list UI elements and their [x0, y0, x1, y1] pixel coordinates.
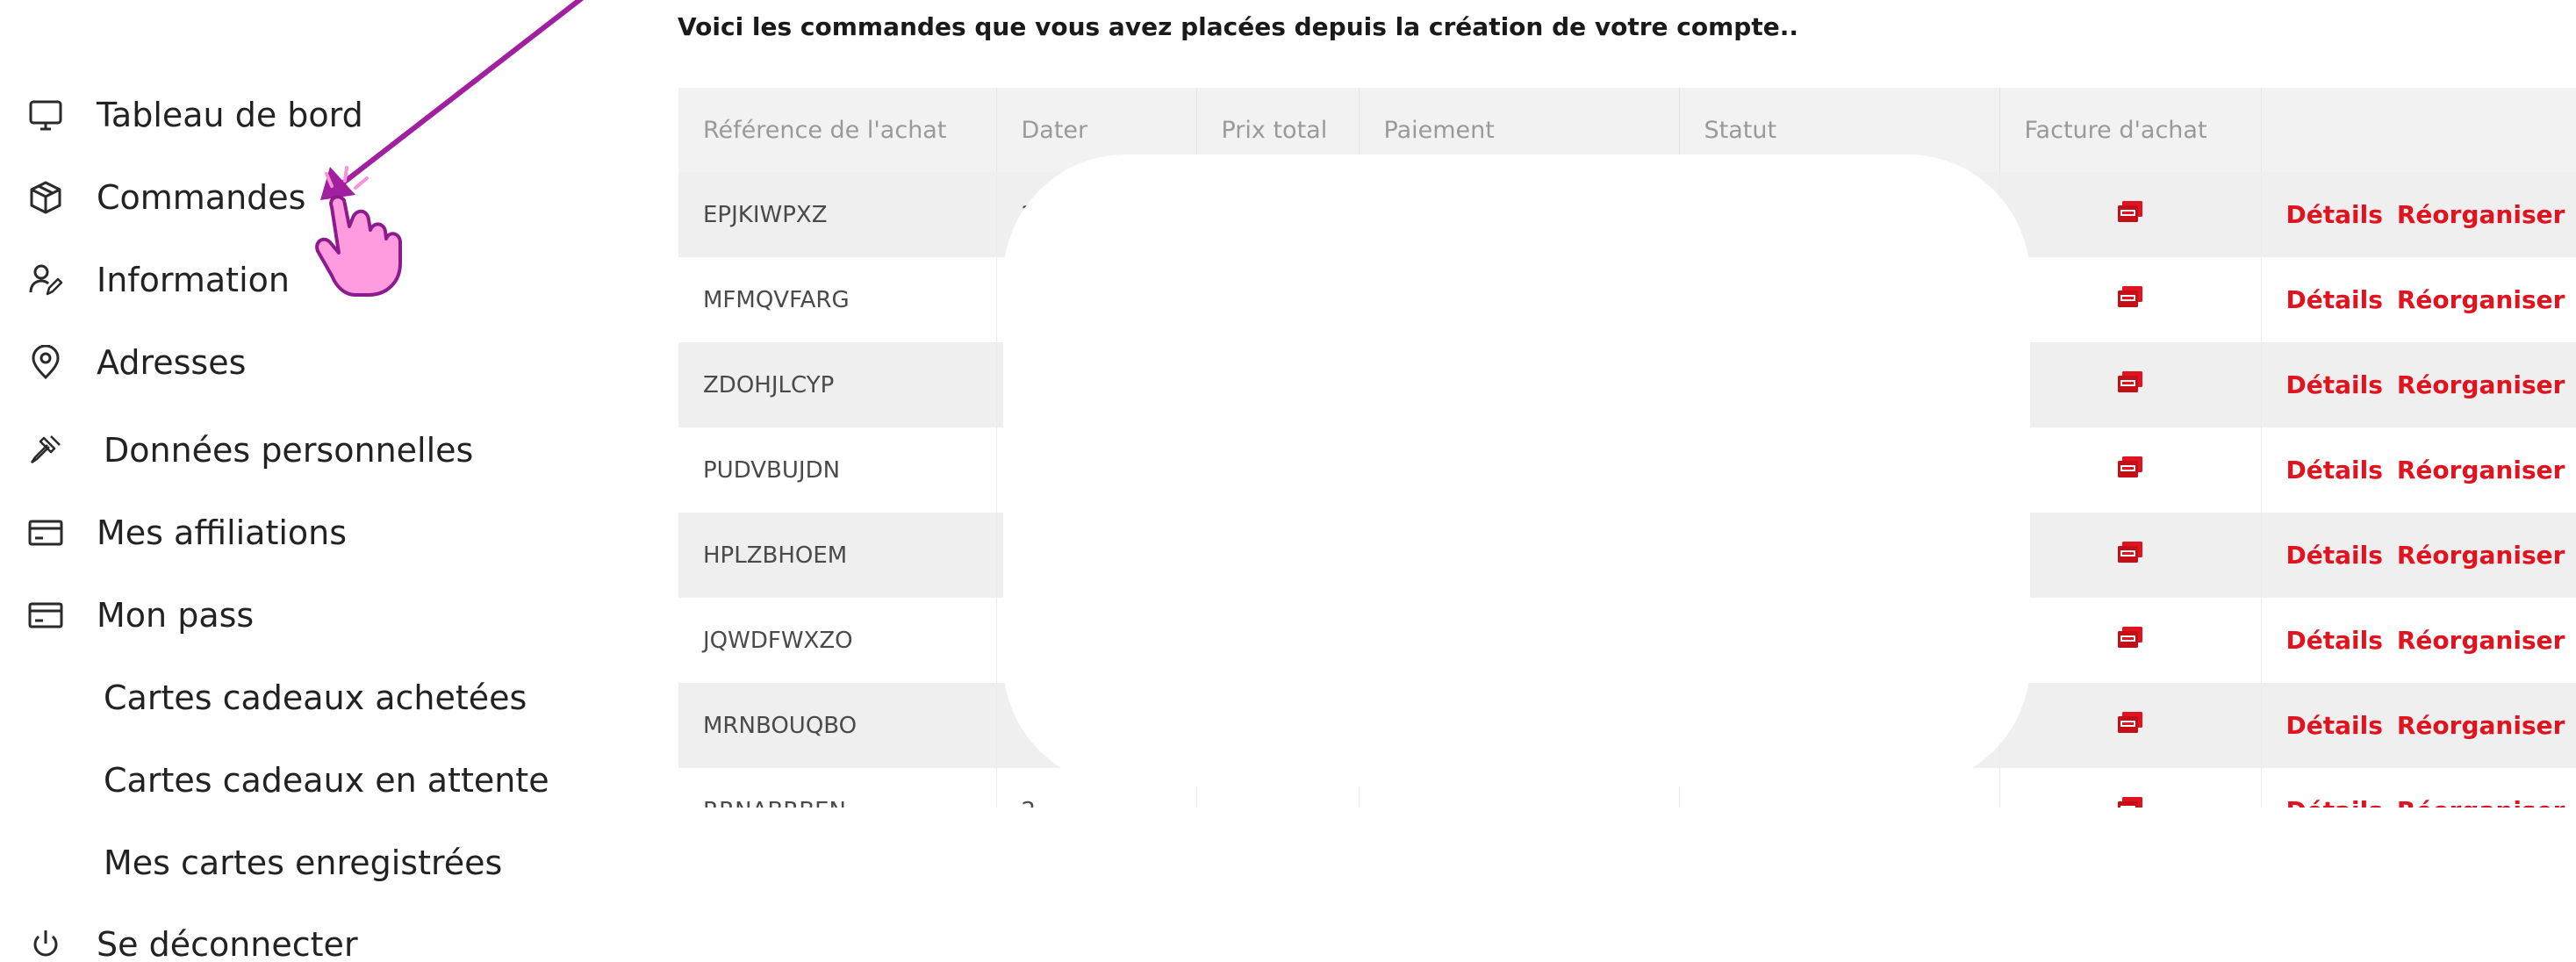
sidebar-item-label: Information	[97, 261, 290, 299]
sidebar-item-label: Cartes cadeaux en attente	[104, 761, 549, 800]
order-actions-cell: Détails Réorganiser	[2261, 768, 2576, 808]
order-actions-cell: Détails Réorganiser	[2261, 257, 2576, 342]
redaction-overlay	[1003, 154, 2030, 786]
invoice-cell	[1999, 427, 2262, 513]
sidebar-item-tableau-de-bord[interactable]: Tableau de bord	[0, 89, 369, 141]
reorder-link[interactable]: Réorganiser	[2397, 796, 2565, 808]
sidebar-item-mes-cartes-enregistrees[interactable]: Mes cartes enregistrées	[0, 836, 544, 889]
order-actions-cell: Détails Réorganiser	[2261, 427, 2576, 513]
invoice-cell	[1999, 768, 2262, 808]
reorder-link[interactable]: Réorganiser	[2397, 626, 2565, 655]
order-reference-cell: EPJKIWPXZ	[678, 172, 997, 257]
sidebar-item-cartes-cadeaux-achetees[interactable]: Cartes cadeaux achetées	[0, 671, 544, 724]
pdf-icon[interactable]	[2118, 797, 2142, 808]
order-actions-cell: Détails Réorganiser	[2261, 513, 2576, 598]
power-icon	[23, 922, 68, 962]
pdf-icon[interactable]	[2118, 627, 2142, 648]
sidebar-item-label: Mes cartes enregistrées	[104, 844, 503, 882]
reorder-link[interactable]: Réorganiser	[2397, 541, 2565, 570]
column-header: Facture d'achat	[1999, 88, 2262, 172]
order-reference-cell: MFMQVFARG	[678, 257, 997, 342]
details-link[interactable]: Détails	[2286, 370, 2383, 399]
invoice-cell	[1999, 513, 2262, 598]
order-reference-cell: PUDVBUJDN	[678, 427, 997, 513]
sidebar-item-label: Cartes cadeaux achetées	[104, 678, 527, 717]
sidebar-item-commandes[interactable]: Commandes	[0, 171, 369, 224]
pdf-icon[interactable]	[2118, 201, 2142, 222]
sidebar-item-mon-pass[interactable]: Mon pass	[0, 589, 369, 642]
order-actions-cell: Détails Réorganiser	[2261, 342, 2576, 427]
pdf-icon[interactable]	[2118, 456, 2142, 477]
pdf-icon[interactable]	[2118, 542, 2142, 563]
sidebar-item-label: Commandes	[97, 178, 306, 217]
reorder-link[interactable]: Réorganiser	[2397, 711, 2565, 740]
column-header	[2261, 88, 2576, 172]
reorder-link[interactable]: Réorganiser	[2397, 285, 2565, 314]
order-reference-cell: JQWDFWXZO	[678, 598, 997, 683]
sidebar-item-label: Se déconnecter	[97, 925, 358, 962]
order-actions-cell: Détails Réorganiser	[2261, 683, 2576, 768]
monitor-icon	[23, 92, 68, 138]
location-pin-icon	[23, 340, 68, 385]
sidebar-item-information[interactable]: Information	[0, 254, 369, 306]
reorder-link[interactable]: Réorganiser	[2397, 200, 2565, 229]
sidebar-item-donnees-personnelles[interactable]: Données personnelles	[0, 424, 492, 477]
order-reference-cell: HPLZBHOEM	[678, 513, 997, 598]
invoice-cell	[1999, 172, 2262, 257]
account-sidebar: Tableau de bord Commandes Information Ad…	[0, 0, 614, 962]
card-icon	[23, 592, 68, 638]
sidebar-item-label: Adresses	[97, 343, 247, 382]
order-actions-cell: Détails Réorganiser	[2261, 172, 2576, 257]
user-edit-icon	[23, 257, 68, 303]
order-reference-cell: ZDOHJLCYP	[678, 342, 997, 427]
sidebar-item-label: Mon pass	[97, 596, 255, 635]
sidebar-item-se-deconnecter[interactable]: Se déconnecter	[0, 918, 369, 962]
reorder-link[interactable]: Réorganiser	[2397, 370, 2565, 399]
sidebar-item-cartes-cadeaux-en-attente[interactable]: Cartes cadeaux en attente	[0, 754, 549, 807]
gavel-icon	[23, 427, 68, 473]
orders-intro-text: Voici les commandes que vous avez placée…	[678, 12, 1798, 41]
details-link[interactable]: Détails	[2286, 456, 2383, 485]
pdf-icon[interactable]	[2118, 371, 2142, 392]
details-link[interactable]: Détails	[2286, 200, 2383, 229]
order-actions-cell: Détails Réorganiser	[2261, 598, 2576, 683]
sidebar-item-label: Données personnelles	[104, 431, 474, 470]
sidebar-item-label: Mes affiliations	[97, 513, 348, 552]
details-link[interactable]: Détails	[2286, 796, 2383, 808]
sidebar-item-mes-affiliations[interactable]: Mes affiliations	[0, 506, 369, 559]
details-link[interactable]: Détails	[2286, 285, 2383, 314]
invoice-cell	[1999, 342, 2262, 427]
details-link[interactable]: Détails	[2286, 541, 2383, 570]
invoice-cell	[1999, 683, 2262, 768]
column-header: Référence de l'achat	[678, 88, 997, 172]
details-link[interactable]: Détails	[2286, 626, 2383, 655]
order-reference-cell: MRNBOUQBO	[678, 683, 997, 768]
order-reference-cell: RRNABRBEN	[678, 768, 997, 808]
invoice-cell	[1999, 598, 2262, 683]
reorder-link[interactable]: Réorganiser	[2397, 456, 2565, 485]
pdf-icon[interactable]	[2118, 712, 2142, 733]
invoice-cell	[1999, 257, 2262, 342]
details-link[interactable]: Détails	[2286, 711, 2383, 740]
pdf-icon[interactable]	[2118, 286, 2142, 307]
sidebar-item-adresses[interactable]: Adresses	[0, 336, 369, 389]
box-icon	[23, 175, 68, 220]
sidebar-item-label: Tableau de bord	[97, 96, 363, 134]
card-icon	[23, 510, 68, 556]
